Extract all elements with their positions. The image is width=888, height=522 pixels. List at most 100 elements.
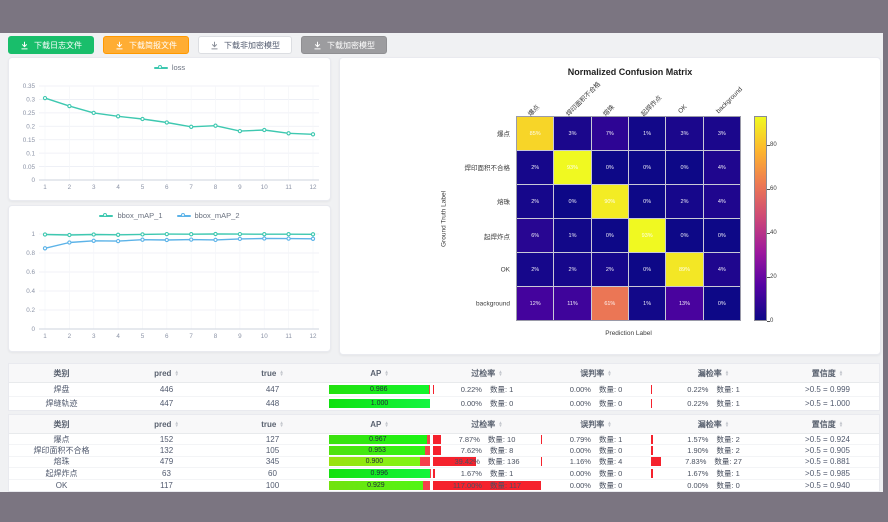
ap-bar: 1.000 [329, 399, 430, 408]
ap-bar-remainder [429, 385, 430, 394]
download-encrypted-model-button[interactable]: 下载加密模型 [301, 36, 387, 54]
matrix-cell-value: 0% [718, 301, 726, 307]
rate-percent: 7.62% [461, 446, 482, 455]
ap-bar: 0.967 [329, 435, 430, 444]
rate-bar-cell: 0.00%数量: 0 [433, 398, 541, 409]
cell-true: 60 [219, 469, 326, 478]
table-header-label: AP [370, 369, 381, 378]
sort-caret-icon[interactable]: ▲▼ [607, 370, 611, 377]
table-header-cell-AP: AP▲▼ [326, 369, 433, 378]
colorbar-tick-label: 40 [770, 230, 777, 236]
rate-bar-cell: 0.22%数量: 1 [651, 398, 776, 409]
sort-caret-icon[interactable]: ▲▼ [384, 370, 388, 377]
table-header-label: true [261, 420, 276, 429]
matrix-row-label: OK [340, 266, 510, 273]
rate-percent: 7.87% [459, 435, 480, 444]
table-header-label: 置信度 [812, 419, 836, 430]
matrix-cell: 93% [554, 151, 590, 184]
download-report-button[interactable]: 下载简报文件 [103, 36, 189, 54]
loss-chart-legend: loss [9, 63, 330, 72]
svg-text:8: 8 [214, 184, 218, 191]
matrix-cell-value: 2% [569, 267, 577, 273]
matrix-cell-value: 4% [718, 267, 726, 273]
rate-percent: 0.22% [687, 399, 708, 408]
rate-bar-fill [651, 469, 653, 478]
rate-percent: 0.00% [461, 399, 482, 408]
ap-value: 0.996 [371, 470, 389, 477]
matrix-cell-value: 12% [530, 301, 541, 307]
ap-bar: 0.900 [329, 457, 430, 466]
matrix-cell: 0% [666, 219, 702, 252]
sort-caret-icon[interactable]: ▲▼ [607, 421, 611, 428]
rate-bar-fill [651, 446, 653, 455]
rate-count: 数量: 0 [599, 480, 622, 491]
cell-miss-rate: 1.67%数量: 1 [651, 468, 776, 479]
legend-label: loss [172, 63, 185, 72]
sort-caret-icon[interactable]: ▲▼ [498, 370, 502, 377]
rate-count: 数量: 0 [599, 468, 622, 479]
svg-text:3: 3 [92, 184, 96, 191]
sort-caret-icon[interactable]: ▲▼ [839, 370, 843, 377]
table-header-row: 类别pred▲▼true▲▼AP▲▼过检率▲▼误判率▲▼漏检率▲▼置信度▲▼ [9, 415, 879, 434]
table-header-cell-pred: pred▲▼ [114, 420, 219, 429]
matrix-cell-value: 2% [531, 165, 539, 171]
sort-caret-icon[interactable]: ▲▼ [279, 370, 283, 377]
matrix-cell: 2% [517, 185, 553, 218]
rate-count: 数量: 2 [716, 434, 739, 445]
rate-bar-cell: 117.00%数量: 117 [433, 480, 541, 491]
matrix-cell-value: 93% [567, 165, 578, 171]
rate-bar-cell: 7.83%数量: 27 [651, 456, 776, 467]
sort-caret-icon[interactable]: ▲▼ [279, 421, 283, 428]
rate-bar-cell: 0.00%数量: 0 [651, 480, 776, 491]
browser-chrome-bottom [0, 492, 888, 522]
cell-overdetect-rate: 7.62%数量: 8 [433, 445, 541, 456]
rate-percent: 0.00% [570, 481, 591, 490]
table-header-label: pred [154, 420, 171, 429]
cell-miss-rate: 0.22%数量: 1 [651, 398, 776, 409]
svg-text:0.3: 0.3 [26, 97, 35, 104]
matrix-cell: 89% [666, 253, 702, 286]
sort-caret-icon[interactable]: ▲▼ [839, 421, 843, 428]
matrix-cell-value: 3% [569, 131, 577, 137]
rate-percent: 0.00% [687, 481, 708, 490]
rate-bar-fill [541, 435, 542, 444]
download-plain-model-button[interactable]: 下载非加密模型 [198, 36, 292, 54]
ap-bar-fill: 0.953 [329, 446, 425, 455]
map-chart-legend: bbox_mAP_1 bbox_mAP_2 [9, 211, 330, 220]
sort-caret-icon[interactable]: ▲▼ [174, 421, 178, 428]
cell-category: 爆点 [9, 434, 114, 445]
cell-overdetect-rate: 1.67%数量: 1 [433, 468, 541, 479]
svg-text:0: 0 [31, 326, 35, 333]
dashboard-page: 下载日志文件 下载简报文件 下载非加密模型 下载加密模型 loss 00.050… [0, 33, 883, 492]
sort-caret-icon[interactable]: ▲▼ [725, 370, 729, 377]
svg-text:0.15: 0.15 [23, 137, 36, 144]
rate-count: 数量: 117 [490, 480, 521, 491]
rate-bar-cell: 0.00%数量: 0 [541, 384, 651, 395]
sort-caret-icon[interactable]: ▲▼ [174, 370, 178, 377]
cell-true: 345 [219, 457, 326, 466]
confusion-matrix-grid: 85%3%7%1%3%3%2%93%0%0%0%4%2%0%90%0%2%4%6… [516, 116, 741, 321]
rate-bar-cell: 7.62%数量: 8 [433, 445, 541, 456]
rate-count: 数量: 1 [599, 434, 622, 445]
cell-misjudge-rate: 0.00%数量: 0 [541, 398, 651, 409]
rate-bar-fill [433, 469, 435, 478]
loss-line-chart: 00.050.10.150.20.250.30.3512345678910111… [9, 74, 332, 200]
legend-item-bbox_mAP_1[interactable]: bbox_mAP_1 [99, 211, 162, 220]
matrix-cell-value: 13% [679, 301, 690, 307]
cell-true: 127 [219, 435, 326, 444]
sort-caret-icon[interactable]: ▲▼ [384, 421, 388, 428]
matrix-cell-value: 6% [531, 233, 539, 239]
cell-miss-rate: 1.90%数量: 2 [651, 445, 776, 456]
legend-item-loss[interactable]: loss [154, 63, 185, 72]
ap-bar: 0.929 [329, 481, 430, 490]
sort-caret-icon[interactable]: ▲▼ [498, 421, 502, 428]
download-log-button[interactable]: 下载日志文件 [8, 36, 94, 54]
matrix-cell: 1% [629, 287, 665, 320]
sort-caret-icon[interactable]: ▲▼ [725, 421, 729, 428]
rate-percent: 1.57% [687, 435, 708, 444]
confusion-matrix-xlabel: Prediction Label [516, 330, 741, 337]
legend-item-bbox_mAP_2[interactable]: bbox_mAP_2 [177, 211, 240, 220]
download-icon [210, 41, 219, 50]
matrix-cell-value: 2% [681, 199, 689, 205]
rate-percent: 39.42% [454, 457, 479, 466]
